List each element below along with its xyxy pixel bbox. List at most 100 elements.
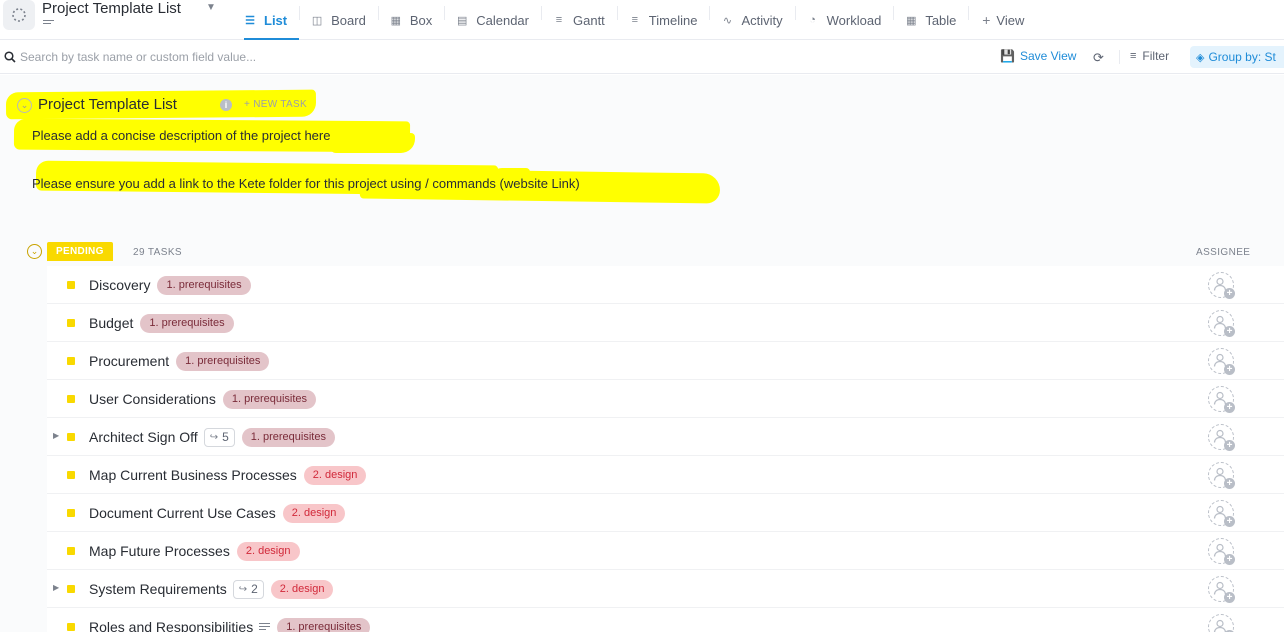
assignee-avatar[interactable]: + — [1208, 614, 1235, 632]
assignee-avatar[interactable]: + — [1208, 348, 1235, 375]
add-view-button[interactable]: + View — [968, 0, 1036, 40]
subtask-count: 2 — [251, 582, 258, 596]
task-status-square[interactable] — [67, 357, 75, 365]
activity-icon: ∿ — [722, 14, 733, 27]
description-icon[interactable] — [43, 20, 54, 28]
save-view-button[interactable]: 💾 Save View — [1000, 49, 1076, 63]
dotted-circle-icon — [12, 8, 26, 22]
task-count: 29 TASKS — [133, 247, 182, 258]
assignee-avatar[interactable]: + — [1208, 500, 1235, 527]
task-tag[interactable]: 2. design — [270, 579, 334, 599]
filter-button[interactable]: ≡ Filter — [1130, 49, 1169, 63]
task-row[interactable]: ▶ System Requirements ↪ 2 2. design + — [47, 570, 1284, 608]
task-tag[interactable]: 2. design — [303, 465, 367, 485]
subtask-count: 5 — [222, 430, 229, 444]
chevron-down-icon[interactable]: ▼ — [206, 2, 216, 13]
list-description-line[interactable]: Please add a concise description of the … — [32, 128, 330, 143]
tab-board[interactable]: ◫ Board — [299, 0, 378, 40]
task-status-square[interactable] — [67, 395, 75, 403]
workload-icon: ◔ — [809, 14, 816, 26]
layers-icon: ◈ — [1196, 51, 1205, 64]
assignee-avatar[interactable]: + — [1208, 272, 1235, 299]
task-row[interactable]: Discovery 1. prerequisites + — [47, 266, 1284, 304]
filter-icon: ≡ — [1130, 50, 1137, 62]
assignee-avatar[interactable]: + — [1208, 462, 1235, 489]
task-tag[interactable]: 1. prerequisites — [277, 617, 371, 632]
subtask-count-badge[interactable]: ↪ 5 — [203, 427, 235, 447]
tab-list[interactable]: ☰ List — [232, 0, 300, 40]
task-row[interactable]: Map Current Business Processes 2. design + — [47, 456, 1284, 494]
list-description-line[interactable]: Please ensure you add a link to the Kete… — [32, 176, 580, 191]
list-heading: Project Template List — [38, 96, 177, 113]
task-tag[interactable]: 1. prerequisites — [222, 389, 317, 409]
task-name[interactable]: System Requirements — [89, 581, 227, 597]
tab-label: Board — [331, 12, 366, 28]
task-name[interactable]: Map Future Processes — [89, 543, 230, 559]
task-tag[interactable]: 1. prerequisites — [241, 427, 335, 447]
task-name[interactable]: Budget — [89, 315, 133, 331]
new-task-button[interactable]: + NEW TASK — [244, 99, 307, 110]
task-row[interactable]: Map Future Processes 2. design + — [47, 532, 1284, 570]
calendar-icon: ▤ — [457, 14, 468, 27]
task-row[interactable]: Procurement 1. prerequisites + — [47, 342, 1284, 380]
collapse-group-toggle[interactable]: ⌄ — [27, 244, 42, 259]
task-row[interactable]: Roles and Responsibilities 1. prerequisit… — [47, 608, 1284, 632]
list-status-icon[interactable] — [3, 0, 35, 30]
task-tag[interactable]: 1. prerequisites — [157, 275, 251, 295]
tab-calendar[interactable]: ▤ Calendar — [444, 0, 541, 40]
box-icon: ▦ — [390, 14, 402, 27]
task-name[interactable]: Roles and Responsibilities — [89, 619, 253, 632]
task-name[interactable]: Document Current Use Cases — [89, 505, 276, 521]
tab-workload[interactable]: ◔ Workload — [794, 0, 894, 40]
task-status-square[interactable] — [67, 319, 75, 327]
task-name[interactable]: User Considerations — [89, 391, 216, 407]
task-row[interactable]: User Considerations 1. prerequisites + — [47, 380, 1284, 418]
task-status-square[interactable] — [67, 509, 75, 517]
subtask-count-badge[interactable]: ↪ 2 — [232, 579, 264, 599]
status-badge[interactable]: PENDING — [47, 242, 113, 261]
assignee-column-header[interactable]: ASSIGNEE — [1196, 247, 1250, 258]
assignee-avatar[interactable]: + — [1208, 310, 1235, 337]
tab-box[interactable]: ▦ Box — [377, 0, 444, 40]
task-row[interactable]: Budget 1. prerequisites + — [47, 304, 1284, 342]
task-main: Document Current Use Cases 2. design — [89, 503, 346, 523]
toolbar: 💾 Save View ⟳ ≡ Filter ◈ Group by: St — [0, 40, 1284, 74]
collapse-list-toggle[interactable]: ⌄ — [17, 98, 32, 113]
task-status-square[interactable] — [67, 433, 75, 441]
tab-activity[interactable]: ∿ Activity — [709, 0, 794, 40]
tab-gantt[interactable]: ≡ Gantt — [541, 0, 617, 40]
task-tag[interactable]: 1. prerequisites — [140, 313, 234, 333]
assignee-avatar[interactable]: + — [1208, 424, 1235, 451]
list-content: ⌄ Project Template List i + NEW TASK Ple… — [0, 75, 1284, 632]
task-name[interactable]: Procurement — [89, 353, 169, 369]
task-status-square[interactable] — [67, 585, 75, 593]
task-tag[interactable]: 2. design — [282, 503, 346, 523]
group-by-button[interactable]: ◈ Group by: St — [1190, 46, 1284, 68]
assignee-avatar[interactable]: + — [1208, 538, 1235, 565]
task-name[interactable]: Map Current Business Processes — [89, 467, 297, 483]
task-row[interactable]: Document Current Use Cases 2. design + — [47, 494, 1284, 532]
subtask-icon: ↪ — [209, 431, 219, 443]
assignee-avatar[interactable]: + — [1208, 576, 1235, 603]
tab-timeline[interactable]: ≡ Timeline — [616, 0, 710, 40]
description-icon — [259, 623, 271, 631]
task-main: Architect Sign Off ↪ 5 1. prerequisites — [89, 427, 335, 447]
list-title[interactable]: Project Template List — [42, 0, 181, 17]
tab-table[interactable]: ▦ Table — [893, 0, 968, 40]
expand-caret-icon[interactable]: ▶ — [53, 431, 59, 440]
refresh-icon[interactable]: ⟳ — [1093, 50, 1104, 66]
task-status-square[interactable] — [67, 281, 75, 289]
task-status-square[interactable] — [67, 471, 75, 479]
info-icon[interactable]: i — [220, 99, 232, 111]
task-name[interactable]: Discovery — [89, 277, 150, 293]
task-name[interactable]: Architect Sign Off — [89, 429, 198, 445]
search-input[interactable] — [20, 47, 350, 67]
task-status-square[interactable] — [67, 623, 75, 631]
assignee-avatar[interactable]: + — [1208, 386, 1235, 413]
filter-label: Filter — [1142, 49, 1170, 63]
expand-caret-icon[interactable]: ▶ — [53, 583, 59, 592]
task-status-square[interactable] — [67, 547, 75, 555]
task-tag[interactable]: 1. prerequisites — [176, 351, 270, 371]
task-tag[interactable]: 2. design — [236, 541, 300, 561]
task-row[interactable]: ▶ Architect Sign Off ↪ 5 1. prerequisites + — [47, 418, 1284, 456]
